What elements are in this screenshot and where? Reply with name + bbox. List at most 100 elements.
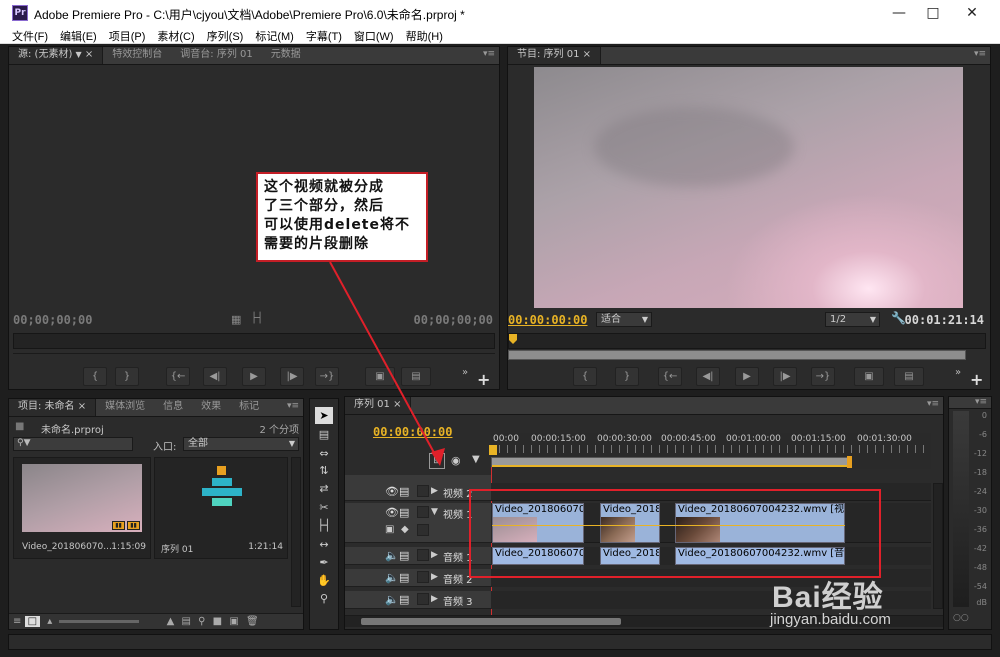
panel-menu-icon[interactable]: ▾≡ xyxy=(974,49,986,59)
hand-tool-icon[interactable]: ✋ xyxy=(315,572,333,589)
tab-effect-controls[interactable]: 特效控制台 xyxy=(103,47,171,64)
timeline-timecode[interactable]: 00:00:00:00 xyxy=(373,425,452,439)
go-to-out-button[interactable]: →} xyxy=(315,367,339,386)
close-icon[interactable]: ✕ xyxy=(963,4,981,22)
tab-media-browser[interactable]: 媒体浏览 xyxy=(96,399,154,416)
lock-icon[interactable]: ▤ xyxy=(399,549,409,562)
tab-audio-mixer[interactable]: 调音台: 序列 01 xyxy=(171,47,261,64)
keyframe-nav[interactable] xyxy=(417,524,429,536)
go-to-in-button[interactable]: {← xyxy=(658,367,682,386)
mark-out-button[interactable]: } xyxy=(115,367,139,386)
speaker-icon[interactable]: 🔈 xyxy=(385,571,399,584)
source-time-ruler[interactable] xyxy=(13,333,495,349)
minimize-icon[interactable]: — xyxy=(890,4,908,22)
step-back-button[interactable]: ◀| xyxy=(696,367,720,386)
tab-sequence[interactable]: 序列 01 × xyxy=(345,397,412,414)
rolling-edit-tool-icon[interactable]: ⇅ xyxy=(315,462,333,479)
more-icon[interactable]: » xyxy=(462,367,468,378)
new-bin-icon[interactable]: ■ xyxy=(213,616,222,627)
display-style-icon[interactable]: ▣ xyxy=(385,524,394,535)
program-time-ruler[interactable] xyxy=(508,333,986,349)
overlay-button[interactable]: ▤ xyxy=(401,367,431,386)
playhead-icon[interactable] xyxy=(489,445,497,455)
tab-close-icon[interactable]: × xyxy=(583,49,591,60)
project-search-input[interactable]: ⚲▼ xyxy=(13,437,133,451)
zoom-slider[interactable] xyxy=(59,619,140,623)
speaker-icon[interactable]: 🔈 xyxy=(385,593,399,606)
step-back-button[interactable]: ◀| xyxy=(203,367,227,386)
add-marker-icon[interactable]: ▼ xyxy=(472,454,480,465)
eye-icon[interactable]: 👁 xyxy=(385,485,399,498)
go-to-in-button[interactable]: {← xyxy=(166,367,190,386)
razor-tool-icon[interactable]: ✂ xyxy=(315,499,333,516)
new-item-icon[interactable]: ▣ xyxy=(229,616,238,627)
lock-icon[interactable]: ▤ xyxy=(399,593,409,606)
sync-lock-icon[interactable] xyxy=(417,506,429,518)
lift-button[interactable]: ▣ xyxy=(854,367,884,386)
extract-button[interactable]: ▤ xyxy=(894,367,924,386)
program-timecode-current[interactable]: 00:00:00:00 xyxy=(508,313,587,327)
list-view-icon[interactable]: ≡ xyxy=(13,616,21,627)
keyframe-icon[interactable]: ◆ xyxy=(401,524,409,535)
menu-marker[interactable]: 标记(M) xyxy=(249,26,300,44)
eye-icon[interactable]: 👁 xyxy=(385,506,399,519)
menu-sequence[interactable]: 序列(S) xyxy=(201,26,250,44)
step-forward-button[interactable]: |▶ xyxy=(280,367,304,386)
project-item-sequence[interactable]: 序列 01 1:21:14 xyxy=(154,457,288,559)
lock-icon[interactable]: ▤ xyxy=(399,571,409,584)
zoom-out-icon[interactable]: ▴ xyxy=(47,616,52,627)
tab-effects[interactable]: 效果 xyxy=(192,399,230,416)
go-to-out-button[interactable]: →} xyxy=(811,367,835,386)
insert-button[interactable]: ▣ xyxy=(365,367,395,386)
mark-in-button[interactable]: { xyxy=(83,367,107,386)
sync-lock-icon[interactable] xyxy=(417,485,429,497)
menu-edit[interactable]: 编辑(E) xyxy=(54,26,103,44)
playhead-icon[interactable] xyxy=(509,334,517,344)
sync-lock-icon[interactable] xyxy=(417,549,429,561)
solo-icon[interactable]: ○○ xyxy=(953,613,969,623)
menu-title[interactable]: 字幕(T) xyxy=(300,26,348,44)
resolution-dropdown[interactable]: 1/2 ▼ xyxy=(825,312,880,327)
timeline-ruler[interactable]: 00:00 00:00:15:00 00:00:30:00 00:00:45:0… xyxy=(489,433,931,469)
project-item-video[interactable]: ▮▮ ▮▮ Video_201806070... 1:15:09 xyxy=(13,457,151,559)
slip-tool-icon[interactable]: ├┤ xyxy=(315,517,333,534)
zoom-tool-icon[interactable]: ⚲ xyxy=(315,590,333,607)
menu-clip[interactable]: 素材(C) xyxy=(151,26,200,44)
work-area-bar[interactable] xyxy=(491,457,849,467)
marker-icon[interactable]: ◉ xyxy=(451,454,461,467)
menu-file[interactable]: 文件(F) xyxy=(0,26,54,44)
expand-icon[interactable]: ▶ xyxy=(431,550,438,560)
project-scrollbar[interactable] xyxy=(291,457,301,607)
expand-icon[interactable]: ▶ xyxy=(431,572,438,582)
hscroll-thumb[interactable] xyxy=(361,618,621,625)
tab-project[interactable]: 项目: 未命名 × xyxy=(9,399,97,416)
fit-dropdown[interactable]: 适合 ▼ xyxy=(596,312,652,327)
maximize-icon[interactable]: □ xyxy=(924,4,942,22)
zoom-in-icon[interactable]: ▲ xyxy=(167,616,175,627)
mark-in-button[interactable]: { xyxy=(573,367,597,386)
menu-project[interactable]: 项目(P) xyxy=(103,26,152,44)
mark-out-button[interactable]: } xyxy=(615,367,639,386)
rate-stretch-tool-icon[interactable]: ⇄ xyxy=(315,480,333,497)
work-area-end-handle[interactable] xyxy=(847,456,852,468)
film-icon[interactable]: ▦ xyxy=(231,313,241,326)
panel-menu-icon[interactable]: ▾≡ xyxy=(287,401,299,411)
selection-tool-icon[interactable]: ➤ xyxy=(315,407,333,424)
more-icon[interactable]: » xyxy=(955,367,961,378)
menu-window[interactable]: 窗口(W) xyxy=(348,26,400,44)
delete-icon[interactable]: 🗑 xyxy=(246,616,259,627)
tab-close-icon[interactable]: × xyxy=(78,401,86,412)
tab-info[interactable]: 信息 xyxy=(154,399,192,416)
tab-source[interactable]: 源: (无素材) ▼ × xyxy=(9,47,104,64)
pen-tool-icon[interactable]: ✒ xyxy=(315,554,333,571)
slide-tool-icon[interactable]: ↔ xyxy=(315,536,333,553)
lock-icon[interactable]: ▤ xyxy=(399,506,409,519)
play-button[interactable]: ▶ xyxy=(242,367,266,386)
find-icon[interactable]: ⚲ xyxy=(198,616,205,627)
sync-lock-icon[interactable] xyxy=(417,571,429,583)
zoom-scrollbar[interactable] xyxy=(508,350,966,360)
tab-close-icon[interactable]: × xyxy=(393,399,401,410)
tab-metadata[interactable]: 元数据 xyxy=(262,47,310,64)
expand-icon[interactable]: ▶ xyxy=(431,594,438,604)
add-button-icon[interactable]: + xyxy=(970,370,983,389)
